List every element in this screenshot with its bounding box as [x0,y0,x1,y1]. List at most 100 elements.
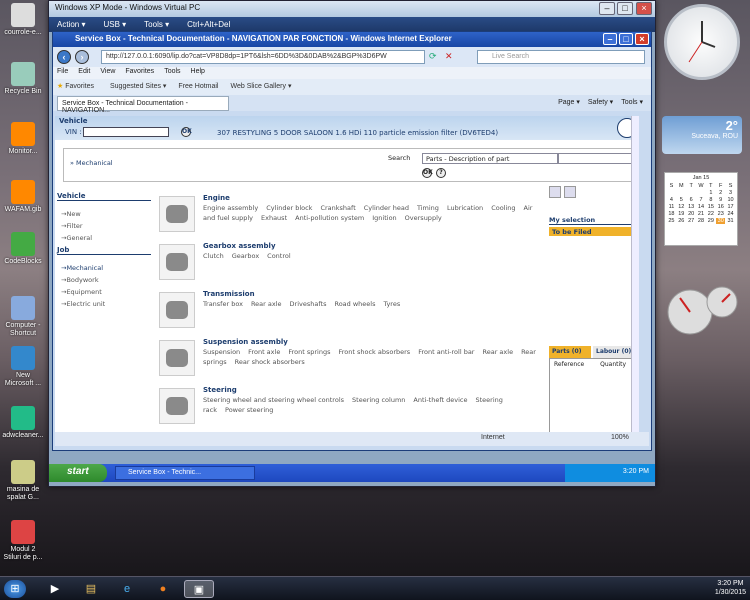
calendar-day[interactable]: T [687,183,696,189]
job-nav-link[interactable]: →Equipment [61,288,102,296]
vpc-menu-item[interactable]: Tools ▾ [144,20,169,29]
calendar-day[interactable]: F [716,183,725,189]
vehicle-nav-link[interactable]: →New [61,210,81,218]
calendar-day[interactable]: 29 [706,218,715,224]
job-nav-link[interactable]: →Bodywork [61,276,99,284]
category-link[interactable]: Transfer box [203,300,243,308]
category-link[interactable]: Road wheels [334,300,375,308]
calendar-day[interactable]: 28 [697,218,706,224]
calendar-day[interactable]: 23 [716,211,725,217]
vpc-titlebar[interactable]: Windows XP Mode - Windows Virtual PC – □… [49,1,655,17]
ie-close-button[interactable]: × [635,33,649,45]
ie-titlebar[interactable]: Service Box - Technical Documentation - … [53,32,651,47]
desktop-icon[interactable]: masina de spalat G... [2,460,44,502]
category-link[interactable]: Front axle [248,348,280,356]
url-input[interactable]: http://127.0.0.1:6090/lip.do?cat=VP8D8dp… [101,50,425,64]
windows-start-icon[interactable]: ⊞ [4,580,26,598]
calendar-day[interactable]: 21 [697,211,706,217]
ie-minimize-button[interactable]: – [603,33,617,45]
category-link[interactable]: Tyres [384,300,401,308]
search-ok-button[interactable]: OK [422,168,433,178]
category-link[interactable]: Front springs [288,348,330,356]
vpc-menu-item[interactable]: Ctrl+Alt+Del [187,20,230,29]
category-link[interactable]: Exhaust [261,214,287,222]
desktop-icon[interactable]: CodeBlocks [2,232,44,266]
zoom-level[interactable]: 100% [611,434,629,441]
category-title[interactable]: Suspension assembly [203,338,288,346]
calendar-day[interactable]: 19 [677,211,686,217]
category-link[interactable]: Steering column [352,396,405,404]
favorites-link[interactable]: Web Slice Gallery ▾ [231,83,292,90]
vpc-maximize-button[interactable]: □ [617,2,633,15]
desktop-icon[interactable]: Monitor... [2,122,44,156]
calendar-day[interactable] [687,190,696,196]
xp-start-button[interactable]: start [49,464,107,482]
calendar-day[interactable]: 27 [687,218,696,224]
calendar-day[interactable]: 24 [726,211,735,217]
browser-tab[interactable]: Service Box - Technical Documentation - … [57,96,229,114]
calendar-day[interactable]: 18 [667,211,676,217]
calendar-day[interactable]: 31 [726,218,735,224]
vpc-menu-item[interactable]: Action ▾ [57,20,85,29]
category-link[interactable]: Front shock absorbers [338,348,410,356]
category-link[interactable]: Rear shock absorbers [235,358,305,366]
calendar-day[interactable]: S [667,183,676,189]
export-icon[interactable] [563,186,576,198]
category-link[interactable]: Front anti-roll bar [418,348,474,356]
ie-maximize-button[interactable]: □ [619,33,633,45]
ie-menu-item[interactable]: File [57,68,68,75]
calendar-day[interactable]: 30 [716,218,726,224]
category-link[interactable]: Engine assembly [203,204,258,212]
calendar-day[interactable]: 13 [687,204,696,210]
category-link[interactable]: Driveshafts [290,300,327,308]
category-image[interactable] [159,388,195,424]
vehicle-nav-link[interactable]: →Filter [61,222,83,230]
calendar-day[interactable]: W [697,183,706,189]
calendar-day[interactable]: 20 [687,211,696,217]
calendar-day[interactable]: 14 [697,204,706,210]
calendar-day[interactable]: 15 [706,204,715,210]
print-icon[interactable] [549,186,561,198]
category-title[interactable]: Transmission [203,290,255,298]
calendar-day[interactable] [697,190,706,196]
refresh-icon[interactable]: ⟳ [429,51,437,62]
search-input[interactable]: Live Search [477,50,645,64]
category-link[interactable]: Power steering [225,406,273,414]
category-link[interactable]: Rear axle [482,348,513,356]
vpc-close-button[interactable]: × [636,2,652,15]
job-nav-link[interactable]: →Mechanical [61,264,103,272]
calendar-day[interactable]: 3 [726,190,735,196]
stop-icon[interactable]: ✕ [445,51,453,62]
category-link[interactable]: Oversupply [405,214,442,222]
star-icon[interactable]: ★ [57,83,63,90]
internet-explorer-icon[interactable]: e [112,580,142,598]
category-image[interactable] [159,196,195,232]
search-text-input[interactable] [558,153,634,164]
calendar-day[interactable]: 11 [667,204,676,210]
category-link[interactable]: Timing [417,204,439,212]
category-image[interactable] [159,292,195,328]
job-nav-link[interactable]: →Electric unit [61,300,105,308]
command-button[interactable]: Safety ▾ [588,99,613,106]
category-link[interactable]: Gearbox [232,252,259,260]
calendar-day[interactable] [677,190,686,196]
vpc-minimize-button[interactable]: – [599,2,615,15]
vin-input[interactable] [83,127,169,137]
category-link[interactable]: Anti-theft device [413,396,467,404]
favorites-button[interactable]: Favorites [65,83,94,90]
calendar-day[interactable] [667,190,676,196]
search-type-select[interactable]: Parts - Description of part [422,153,558,164]
calendar-gadget[interactable]: Jan 15 S M T W T F S 1 2 3 4 5 6 7 8 9 10 11 12 13 14 15 16 17 1… [664,172,738,246]
weather-gadget[interactable]: 2° Suceava, ROU [662,116,742,154]
category-link[interactable]: Clutch [203,252,224,260]
category-link[interactable]: Anti-pollution system [295,214,364,222]
calendar-day[interactable]: 9 [716,197,725,203]
calendar-day[interactable]: 16 [716,204,725,210]
calendar-day[interactable]: 5 [677,197,686,203]
category-link[interactable]: Cylinder head [364,204,409,212]
favorites-link[interactable]: Suggested Sites ▾ [110,83,166,90]
category-link[interactable]: Cooling [491,204,515,212]
category-link[interactable]: Cylinder block [266,204,312,212]
forward-icon[interactable]: › [75,50,89,64]
category-image[interactable] [159,244,195,280]
